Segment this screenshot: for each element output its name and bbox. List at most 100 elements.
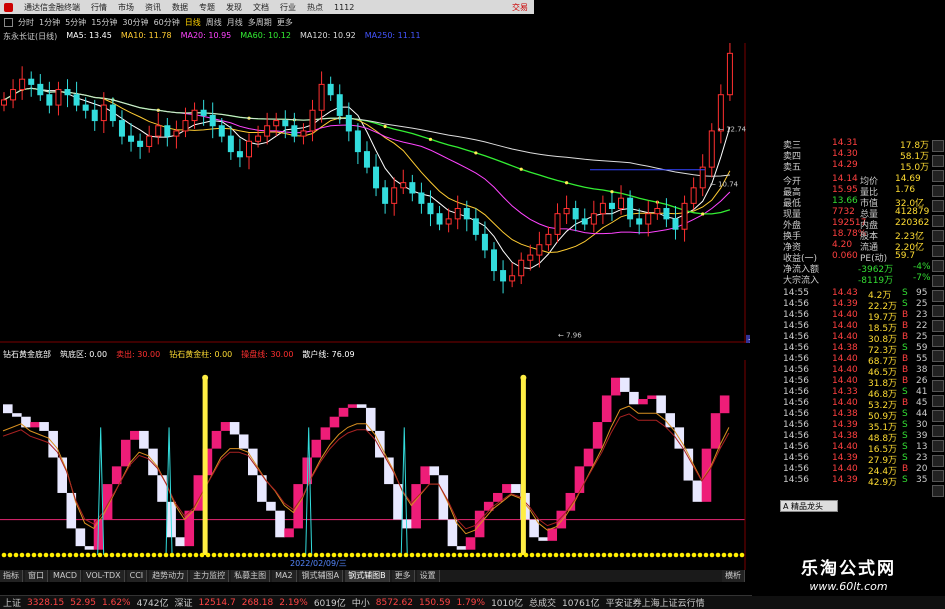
candle xyxy=(481,221,488,259)
menu-item-9[interactable]: 1112 xyxy=(334,3,354,12)
period-tab-4[interactable]: 30分钟 xyxy=(122,17,148,28)
period-tab-0[interactable]: 分时 xyxy=(18,17,34,28)
candle xyxy=(155,112,162,145)
period-tab-7[interactable]: 周线 xyxy=(206,17,222,28)
tick-side: S xyxy=(902,431,908,441)
side-tool-icon[interactable] xyxy=(932,440,944,452)
side-tool-icon[interactable] xyxy=(932,320,944,332)
side-tool-icon[interactable] xyxy=(932,170,944,182)
layout-toggle-icon[interactable] xyxy=(4,17,13,27)
side-tool-icon[interactable] xyxy=(932,290,944,302)
indicator-tab-4[interactable]: CCI xyxy=(126,570,148,582)
tick-side: S xyxy=(902,299,908,309)
indicator-tab-3[interactable]: VOL-TDX xyxy=(82,570,125,582)
side-tool-icon[interactable] xyxy=(932,470,944,482)
side-tool-icon[interactable] xyxy=(932,185,944,197)
side-tool-icon[interactable] xyxy=(932,425,944,437)
side-tool-icon[interactable] xyxy=(932,350,944,362)
sector-popup[interactable]: A 精品龙头 xyxy=(780,500,838,512)
candlestick-chart[interactable]: 13.0012.5012.0011.5011.0010.5010.009.509… xyxy=(0,43,750,343)
indicator-tab-1[interactable]: 窗口 xyxy=(25,570,48,582)
side-tool-icon[interactable] xyxy=(932,410,944,422)
side-tool-icon[interactable] xyxy=(932,335,944,347)
retail-step xyxy=(266,501,276,511)
candle xyxy=(146,125,153,153)
retail-step xyxy=(21,416,31,428)
side-tool-icon[interactable] xyxy=(932,155,944,167)
indicator-tab-12[interactable]: 设置 xyxy=(416,570,440,582)
side-tool-icon[interactable] xyxy=(932,140,944,152)
indicator-tab-6[interactable]: 主力监控 xyxy=(190,570,230,582)
side-tool-icon[interactable] xyxy=(932,275,944,287)
indicator-tab-7[interactable]: 私募主图 xyxy=(231,570,271,582)
period-tab-9[interactable]: 多周期 xyxy=(248,17,272,28)
tabs-right-label[interactable]: 横析 xyxy=(722,570,745,582)
baseline-dot xyxy=(55,552,61,558)
indicator-tab-5[interactable]: 趋势动力 xyxy=(149,570,189,582)
baseline-dot xyxy=(313,552,319,558)
indicator-tab-0[interactable]: 指标 xyxy=(0,570,23,582)
side-tool-icon[interactable] xyxy=(932,395,944,407)
indicator-tab-9[interactable]: 钢式辅图A xyxy=(298,570,344,582)
quote-panel: 卖三 14.31 17.8万 卖四 14.30 58.1万 卖五 14.29 15.0万 今开 14… xyxy=(750,0,945,560)
period-tab-10[interactable]: 更多 xyxy=(277,17,293,28)
side-tool-icon[interactable] xyxy=(932,365,944,377)
baseline-dot xyxy=(379,552,385,558)
menu-item-5[interactable]: 发现 xyxy=(226,2,242,13)
period-tab-5[interactable]: 60分钟 xyxy=(154,17,180,28)
candle xyxy=(445,208,452,233)
field-value: 14.14 xyxy=(832,174,858,184)
indicator-tab-8[interactable]: MA2 xyxy=(272,570,297,582)
menu-item-4[interactable]: 专题 xyxy=(199,2,215,13)
stock-label[interactable]: 东永长证(日线) xyxy=(3,31,57,43)
side-tool-icon[interactable] xyxy=(932,245,944,257)
baseline-dot xyxy=(187,552,193,558)
indicator-tab-11[interactable]: 更多 xyxy=(391,570,415,582)
indicator-tab-10[interactable]: 钢式辅图B xyxy=(345,570,390,582)
side-tool-icon[interactable] xyxy=(932,215,944,227)
side-tool-icon[interactable] xyxy=(932,305,944,317)
baseline-dot xyxy=(733,552,739,558)
tick-time: 14:56 xyxy=(783,442,809,452)
baseline-dot xyxy=(577,552,583,558)
side-tool-icon[interactable] xyxy=(932,380,944,392)
side-tool-icon[interactable] xyxy=(932,230,944,242)
side-tool-icon[interactable] xyxy=(932,455,944,467)
ask-volume: 15.0万 xyxy=(900,163,930,173)
menu-item-6[interactable]: 文档 xyxy=(253,2,269,13)
period-tab-1[interactable]: 1分钟 xyxy=(39,17,60,28)
menu-item-7[interactable]: 行业 xyxy=(280,2,296,13)
retail-step xyxy=(320,427,331,440)
indicator-tab-2[interactable]: MACD xyxy=(50,570,81,582)
tick-count: 55 xyxy=(916,354,928,364)
baseline-dot xyxy=(529,552,535,558)
side-tool-icon[interactable] xyxy=(932,260,944,272)
period-tab-6[interactable]: 日线 xyxy=(185,17,201,28)
retail-step xyxy=(139,430,149,449)
side-tool-icon[interactable] xyxy=(932,200,944,212)
tick-price: 14.39 xyxy=(832,420,858,430)
candle xyxy=(527,244,534,271)
baseline-dot xyxy=(265,552,271,558)
menu-item-8[interactable]: 热点 xyxy=(307,2,323,13)
tick-side: S xyxy=(902,475,908,485)
period-tab-2[interactable]: 5分钟 xyxy=(65,17,86,28)
period-tab-8[interactable]: 月线 xyxy=(227,17,243,28)
menu-item-2[interactable]: 资讯 xyxy=(145,2,161,13)
trade-button[interactable]: 交易 xyxy=(512,2,534,13)
tick-price: 14.40 xyxy=(832,365,858,375)
baseline-dot xyxy=(37,552,43,558)
retail-step xyxy=(592,422,603,449)
field-value-2: 14.69 xyxy=(895,174,921,184)
side-tool-icon[interactable] xyxy=(932,485,944,497)
menu-item-3[interactable]: 数据 xyxy=(172,2,188,13)
indicator-chart[interactable]: 100.0090.0080.0070.0060.0050.0040.0030.0… xyxy=(0,360,750,570)
golden-bar-cap xyxy=(520,374,527,381)
menu-item-0[interactable]: 行情 xyxy=(91,2,107,13)
period-tab-3[interactable]: 15分钟 xyxy=(91,17,117,28)
retail-step xyxy=(511,484,521,493)
flow-pct: -4% xyxy=(913,262,931,272)
retail-step xyxy=(583,448,594,467)
menu-item-1[interactable]: 市场 xyxy=(118,2,134,13)
retail-step xyxy=(220,422,231,431)
